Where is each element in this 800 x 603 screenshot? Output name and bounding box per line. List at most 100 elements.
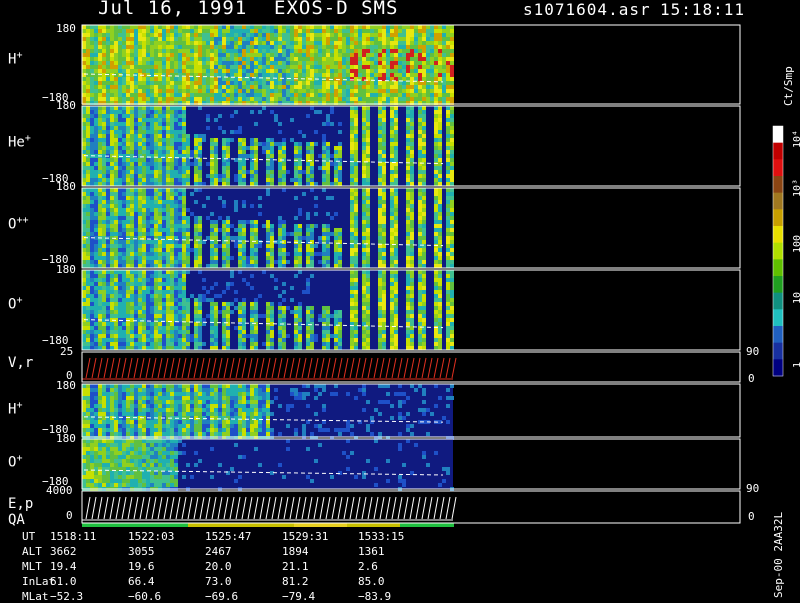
heat-cell: [150, 192, 154, 196]
heat-cell: [126, 220, 130, 224]
heat-cell: [138, 130, 142, 134]
heat-cell: [218, 97, 222, 101]
heat-cell: [246, 220, 250, 224]
heat-cell: [90, 274, 94, 278]
heat-cell: [310, 240, 314, 244]
heat-cell: [90, 256, 94, 260]
heat-cell: [182, 282, 186, 286]
heat-cell: [134, 240, 138, 244]
heat-cell: [158, 138, 162, 142]
heat-cell: [146, 192, 150, 196]
heat-cell: [186, 33, 190, 37]
heat-cell: [390, 110, 394, 114]
heat-cell: [82, 114, 86, 118]
heat-cell: [450, 244, 454, 248]
heat-cell: [222, 53, 226, 57]
heat-cell: [310, 69, 314, 73]
heat-cell: [98, 302, 102, 306]
heat-cell: [178, 158, 182, 162]
heat-cell: [142, 142, 146, 146]
heat-cell: [146, 33, 150, 37]
heat-cell: [182, 192, 186, 196]
heat-cell: [346, 81, 350, 85]
heat-cell: [290, 41, 294, 45]
heat-cell: [334, 256, 338, 260]
heat-cell: [350, 196, 354, 200]
heat-cell: [386, 73, 390, 77]
heat-cell: [334, 182, 338, 186]
heat-cell: [130, 29, 134, 33]
heat-cell: [178, 89, 182, 93]
heat-cell: [134, 244, 138, 248]
heat-cell: [178, 130, 182, 134]
heat-cell: [394, 85, 398, 89]
heat-cell: [122, 310, 126, 314]
heat-cell: [410, 154, 414, 158]
heat-cell: [278, 150, 282, 154]
heat-cell: [222, 150, 226, 154]
heat-cell: [242, 81, 246, 85]
heat-cell: [94, 85, 98, 89]
heat-cell: [314, 182, 318, 186]
heat-cell: [154, 41, 158, 45]
heat-cell: [446, 126, 450, 130]
heat-cell: [394, 146, 398, 150]
heat-cell: [138, 342, 142, 346]
heat-cell: [350, 73, 354, 77]
heat-cell: [354, 73, 358, 77]
heat-cell: [166, 270, 170, 274]
heat-cell: [134, 118, 138, 122]
heat-cell: [110, 212, 114, 216]
heat-cell: [122, 37, 126, 41]
heat-cell: [122, 166, 126, 170]
heat-cell: [354, 216, 358, 220]
heat-cell: [378, 256, 382, 260]
heat-cell: [294, 178, 298, 182]
heat-cell: [238, 25, 242, 29]
heat-cell: [450, 166, 454, 170]
heat-cell: [298, 178, 302, 182]
heat-cell: [354, 236, 358, 240]
heat-cell: [350, 220, 354, 224]
heat-cell: [154, 306, 158, 310]
heat-cell: [182, 330, 186, 334]
heat-cell: [122, 97, 126, 101]
heat-cell: [418, 93, 422, 97]
heat-cell: [374, 25, 378, 29]
heat-cell: [134, 138, 138, 142]
heat-cell: [214, 166, 218, 170]
heat-cell: [174, 37, 178, 41]
heat-cell: [270, 314, 274, 318]
heat-cell: [146, 134, 150, 138]
heat-cell: [102, 45, 106, 49]
heat-cell: [298, 224, 302, 228]
heat-cell: [394, 256, 398, 260]
heat-cell: [154, 110, 158, 114]
heat-cell: [394, 142, 398, 146]
heat-cell: [318, 166, 322, 170]
heat-cell: [102, 93, 106, 97]
heat-cell: [82, 290, 86, 294]
heat-cell: [142, 274, 146, 278]
heat-cell: [366, 61, 370, 65]
heat-cell: [90, 294, 94, 298]
heat-cell: [94, 212, 98, 216]
heat-cell: [146, 200, 150, 204]
heat-cell: [406, 150, 410, 154]
heat-cell: [450, 33, 454, 37]
heat-cell: [242, 240, 246, 244]
heat-cell: [286, 252, 290, 256]
heat-cell: [118, 298, 122, 302]
heat-cell: [102, 278, 106, 282]
heat-cell: [262, 342, 266, 346]
heat-cell: [94, 306, 98, 310]
heat-cell: [194, 318, 198, 322]
heat-cell: [414, 61, 418, 65]
heat-cell: [166, 188, 170, 192]
heat-cell: [282, 77, 286, 81]
heat-cell: [266, 89, 270, 93]
heat-cell: [162, 252, 166, 256]
heat-cell: [430, 85, 434, 89]
heat-cell: [178, 204, 182, 208]
heat-cell: [362, 97, 366, 101]
